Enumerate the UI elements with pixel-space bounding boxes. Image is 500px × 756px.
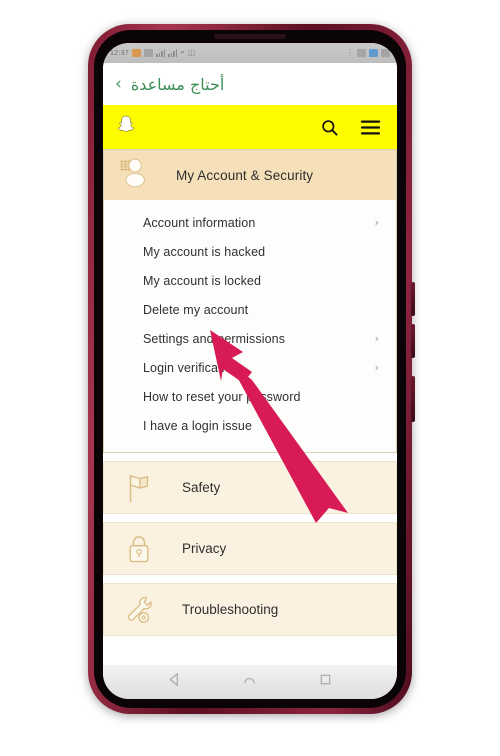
wifi-icon: ◓ [180, 48, 185, 57]
nav-back-triangle-icon[interactable] [167, 672, 182, 692]
lock-icon [122, 533, 156, 565]
bluetooth-icon: ⋮ [346, 48, 354, 57]
list-item[interactable]: Login verification › [104, 353, 396, 382]
battery-icon [132, 49, 142, 57]
list-item-label: My account is hacked [143, 244, 266, 259]
account-security-card: My Account & Security Account informatio… [103, 149, 397, 453]
sd-card-icon [381, 49, 390, 57]
help-topic-list: My Account & Security Account informatio… [103, 149, 397, 653]
list-item-label: I have a login issue [143, 418, 253, 433]
signal-bars-icon-2 [168, 49, 178, 57]
list-item-label: My account is locked [143, 273, 262, 288]
chevron-right-icon: › [374, 332, 379, 345]
section-label-privacy: Privacy [182, 541, 227, 556]
side-button-volume-up[interactable] [411, 282, 415, 316]
hamburger-menu-icon[interactable] [360, 119, 381, 136]
snapchat-ghost-icon[interactable] [115, 114, 137, 141]
back-chevron-icon[interactable]: ‹ [115, 75, 122, 93]
account-security-items: Account information › My account is hacked… [104, 200, 396, 452]
alarm-icon [357, 49, 366, 57]
status-bar-time: 12:37 [110, 49, 130, 57]
account-person-icon [118, 158, 154, 193]
sim-icon [144, 49, 154, 57]
account-security-header[interactable]: My Account & Security [104, 150, 396, 200]
earpiece-speaker [214, 34, 286, 39]
list-item[interactable]: I have a login issue› [104, 411, 396, 440]
flag-icon [122, 472, 156, 504]
screenshot-icon [369, 49, 378, 57]
list-item[interactable]: My account is locked› [104, 266, 396, 295]
status-bar: 12:37 ◓ ◫ ⋮ [103, 43, 397, 63]
nav-recents-square-icon[interactable] [318, 672, 333, 692]
app-header: ‹ أحتاج مساعدة [103, 63, 397, 105]
chevron-right-icon: › [374, 216, 379, 229]
list-item-label: Settings and permissions [143, 331, 286, 346]
list-item[interactable]: Settings and permissions › [104, 324, 396, 353]
side-button-volume-down[interactable] [411, 324, 415, 358]
list-item-label: Login verification [143, 360, 239, 375]
wrench-gear-icon [122, 594, 156, 626]
section-label-troubleshooting: Troubleshooting [182, 602, 279, 617]
list-item[interactable]: My account is hacked› [104, 237, 396, 266]
chevron-right-icon: › [374, 361, 379, 374]
list-item-label: Account information [143, 215, 256, 230]
section-card-troubleshooting[interactable]: Troubleshooting [103, 583, 397, 636]
list-item-label: How to reset your password [143, 389, 301, 404]
list-item[interactable]: How to reset your password› [104, 382, 396, 411]
account-security-title: My Account & Security [176, 167, 314, 183]
search-icon[interactable] [320, 118, 339, 137]
side-button-power[interactable] [411, 376, 415, 422]
list-item[interactable]: Delete my account› [104, 295, 396, 324]
section-card-privacy[interactable]: Privacy [103, 522, 397, 575]
page-title: أحتاج مساعدة [130, 74, 225, 94]
vibrate-icon: ◫ [187, 48, 196, 57]
android-nav-bar [103, 665, 397, 699]
list-item-label: Delete my account [143, 302, 249, 317]
signal-bars-icon [156, 49, 166, 57]
nav-home-icon[interactable] [242, 672, 257, 692]
section-label-safety: Safety [182, 480, 221, 495]
section-card-safety[interactable]: Safety [103, 461, 397, 514]
phone-screen: 12:37 ◓ ◫ ⋮ ‹ أحتاج مساعدة My Account & … [103, 43, 397, 699]
snapchat-toolbar [103, 105, 397, 149]
list-item[interactable]: Account information › [104, 208, 396, 237]
phone-frame: 12:37 ◓ ◫ ⋮ ‹ أحتاج مساعدة My Account & … [88, 24, 415, 714]
